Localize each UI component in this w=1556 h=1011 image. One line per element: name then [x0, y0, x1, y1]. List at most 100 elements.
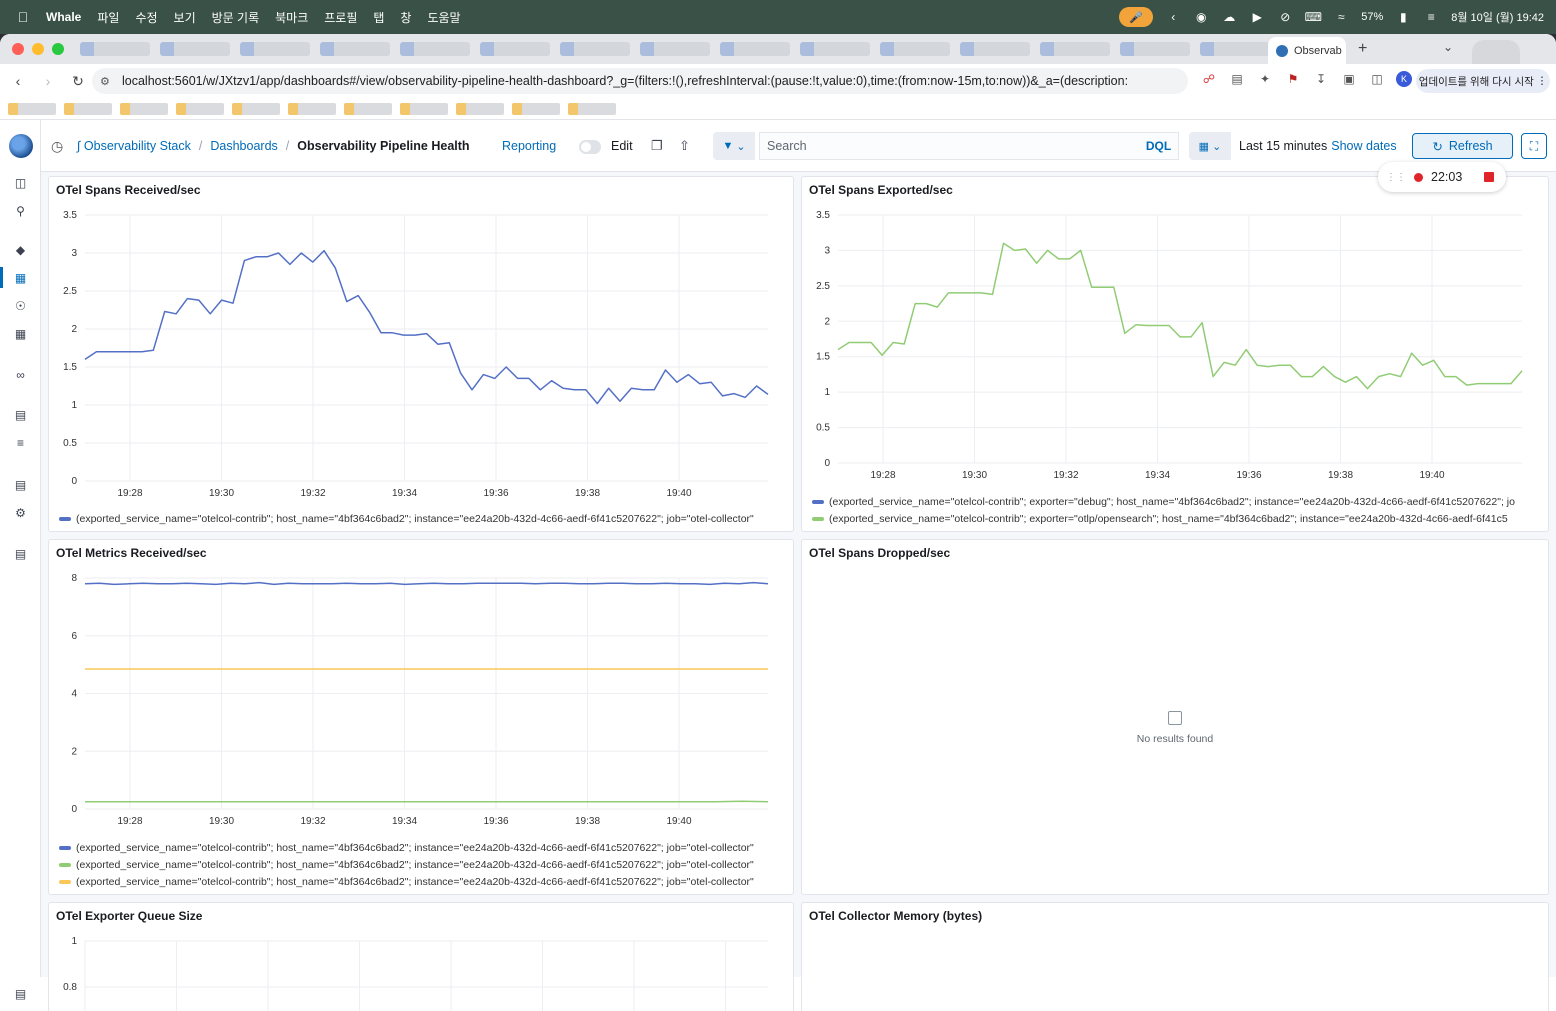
cloud-icon[interactable]: ☁: [1221, 9, 1237, 25]
translate-icon[interactable]: ▤: [1228, 70, 1246, 88]
pipeline-icon[interactable]: ≡: [12, 434, 29, 451]
microphone-icon[interactable]: 🎤: [1119, 7, 1154, 27]
forward-button[interactable]: ›: [40, 73, 56, 89]
share-icon[interactable]: ⇧: [679, 138, 690, 154]
management-icon[interactable]: ▤: [12, 545, 29, 562]
bookmark-item[interactable]: [568, 102, 616, 115]
clock[interactable]: 8월 10일 (월) 19:42: [1451, 9, 1544, 25]
bookmark-item[interactable]: [64, 102, 112, 115]
bookmark-item[interactable]: [400, 102, 448, 115]
search-icon[interactable]: ⚲: [12, 202, 29, 219]
keyboard-icon[interactable]: ⌨: [1305, 9, 1322, 25]
date-picker-button[interactable]: ▦ ⌄: [1189, 132, 1231, 160]
menu-profile[interactable]: 프로필: [324, 9, 357, 26]
menu-file[interactable]: 파일: [97, 9, 119, 26]
reports-icon[interactable]: ▤: [12, 476, 29, 493]
menu-window[interactable]: 창: [400, 9, 411, 26]
bookmark-item[interactable]: [120, 102, 168, 115]
menu-help[interactable]: 도움말: [427, 9, 460, 26]
flag-icon[interactable]: ⚑: [1284, 70, 1302, 88]
browser-tab[interactable]: [240, 42, 310, 56]
discover-compass-icon[interactable]: ☉: [12, 297, 29, 314]
legend-entry[interactable]: (exported_service_name="otelcol-contrib"…: [812, 513, 1508, 525]
sidebar-icon[interactable]: ◫: [1368, 70, 1386, 88]
fullscreen-icon[interactable]: ⛶: [1521, 133, 1547, 159]
browser-tab[interactable]: [80, 42, 150, 56]
browser-tab[interactable]: [1040, 42, 1110, 56]
search-input[interactable]: Search: [759, 132, 1141, 160]
profile-avatar[interactable]: K: [1396, 71, 1412, 87]
browser-tab[interactable]: [320, 42, 390, 56]
site-info-icon[interactable]: ⚙: [100, 75, 114, 88]
extensions-puzzle-icon[interactable]: ✦: [1256, 70, 1274, 88]
menu-view[interactable]: 보기: [174, 9, 196, 26]
stop-recording-button[interactable]: [1484, 172, 1494, 182]
browser-tab[interactable]: [960, 42, 1030, 56]
reporting-button[interactable]: Reporting: [502, 139, 556, 153]
menu-tab[interactable]: 탭: [373, 9, 384, 26]
play-icon[interactable]: ▶: [1249, 9, 1265, 25]
reload-button[interactable]: ↻: [70, 73, 86, 90]
time-range[interactable]: Last 15 minutes Show dates: [1231, 132, 1411, 160]
edit-label[interactable]: Edit: [611, 139, 633, 153]
bookmark-item[interactable]: [288, 102, 336, 115]
legend-entry[interactable]: (exported_service_name="otelcol-contrib"…: [59, 876, 754, 888]
alert-icon[interactable]: ◆: [12, 241, 29, 258]
bookmark-item[interactable]: [456, 102, 504, 115]
edit-toggle[interactable]: [579, 140, 601, 154]
drag-handle-icon[interactable]: ⋮⋮: [1386, 172, 1406, 183]
download-icon[interactable]: ↧: [1312, 70, 1330, 88]
battery-icon[interactable]: ▮: [1395, 9, 1411, 25]
menu-edit[interactable]: 수정: [135, 9, 157, 26]
back-button[interactable]: ‹: [10, 73, 26, 89]
tab-list-chevron-icon[interactable]: ⌄: [1443, 40, 1453, 54]
visualize-icon[interactable]: ▦: [12, 325, 29, 342]
link-icon[interactable]: ☍: [1200, 70, 1218, 88]
legend-entry[interactable]: (exported_service_name="otelcol-contrib"…: [59, 842, 754, 854]
dashboards-icon[interactable]: ▦: [0, 267, 29, 288]
breadcrumb-dashboards[interactable]: Dashboards: [210, 139, 277, 153]
browser-tab[interactable]: [1120, 42, 1190, 56]
dql-toggle-button[interactable]: DQL: [1139, 132, 1179, 160]
new-tab-button[interactable]: +: [1358, 40, 1367, 58]
bookmark-item[interactable]: [232, 102, 280, 115]
integrations-icon[interactable]: ⚙: [12, 504, 29, 521]
browser-tab[interactable]: [1200, 42, 1270, 56]
mute-icon[interactable]: ⊘: [1277, 9, 1293, 25]
bookmark-item[interactable]: [176, 102, 224, 115]
screen-recording-indicator[interactable]: ⋮⋮ 22:03: [1378, 162, 1506, 192]
browser-tab[interactable]: [640, 42, 710, 56]
legend-entry[interactable]: (exported_service_name="otelcol-contrib"…: [59, 859, 754, 871]
address-bar[interactable]: ⚙ localhost:5601/w/JXtzv1/app/dashboards…: [92, 68, 1188, 94]
browser-tab[interactable]: [720, 42, 790, 56]
browser-tab[interactable]: [480, 42, 550, 56]
menu-history[interactable]: 방문 기록: [212, 9, 260, 26]
recent-history-icon[interactable]: ◷: [51, 138, 63, 155]
copy-icon[interactable]: ❐: [651, 138, 663, 154]
show-dates-link[interactable]: Show dates: [1331, 139, 1396, 153]
breadcrumb-observability-stack[interactable]: ∫ Observability Stack: [77, 139, 191, 153]
active-tab[interactable]: Observab: [1268, 37, 1346, 64]
dock-navigation-icon[interactable]: ◫: [12, 174, 29, 191]
collapse-nav-icon[interactable]: ▤: [12, 985, 29, 1002]
chat-icon[interactable]: ◉: [1193, 9, 1209, 25]
traces-icon[interactable]: ∞: [12, 366, 29, 383]
browser-tab[interactable]: [880, 42, 950, 56]
maximize-window-button[interactable]: [52, 43, 64, 55]
refresh-button[interactable]: ↻ Refresh: [1412, 133, 1513, 159]
wifi-icon[interactable]: ≈: [1333, 9, 1349, 25]
control-center-icon[interactable]: ≡: [1423, 9, 1439, 25]
screenshot-icon[interactable]: ▣: [1340, 70, 1358, 88]
apple-icon[interactable]: : [0, 9, 46, 25]
bookmark-item[interactable]: [344, 102, 392, 115]
browser-tab[interactable]: [800, 42, 870, 56]
bookmark-item[interactable]: [8, 102, 56, 115]
browser-tab[interactable]: [400, 42, 470, 56]
notebooks-icon[interactable]: ▤: [12, 406, 29, 423]
app-menu-name[interactable]: Whale: [46, 10, 81, 24]
update-restart-button[interactable]: 업데이트를 위해 다시 시작 ⋮: [1416, 69, 1550, 93]
opensearch-logo-icon[interactable]: [9, 134, 33, 158]
minimize-window-button[interactable]: [32, 43, 44, 55]
filter-menu-button[interactable]: ▼ ⌄: [713, 132, 755, 160]
browser-tab[interactable]: [560, 42, 630, 56]
